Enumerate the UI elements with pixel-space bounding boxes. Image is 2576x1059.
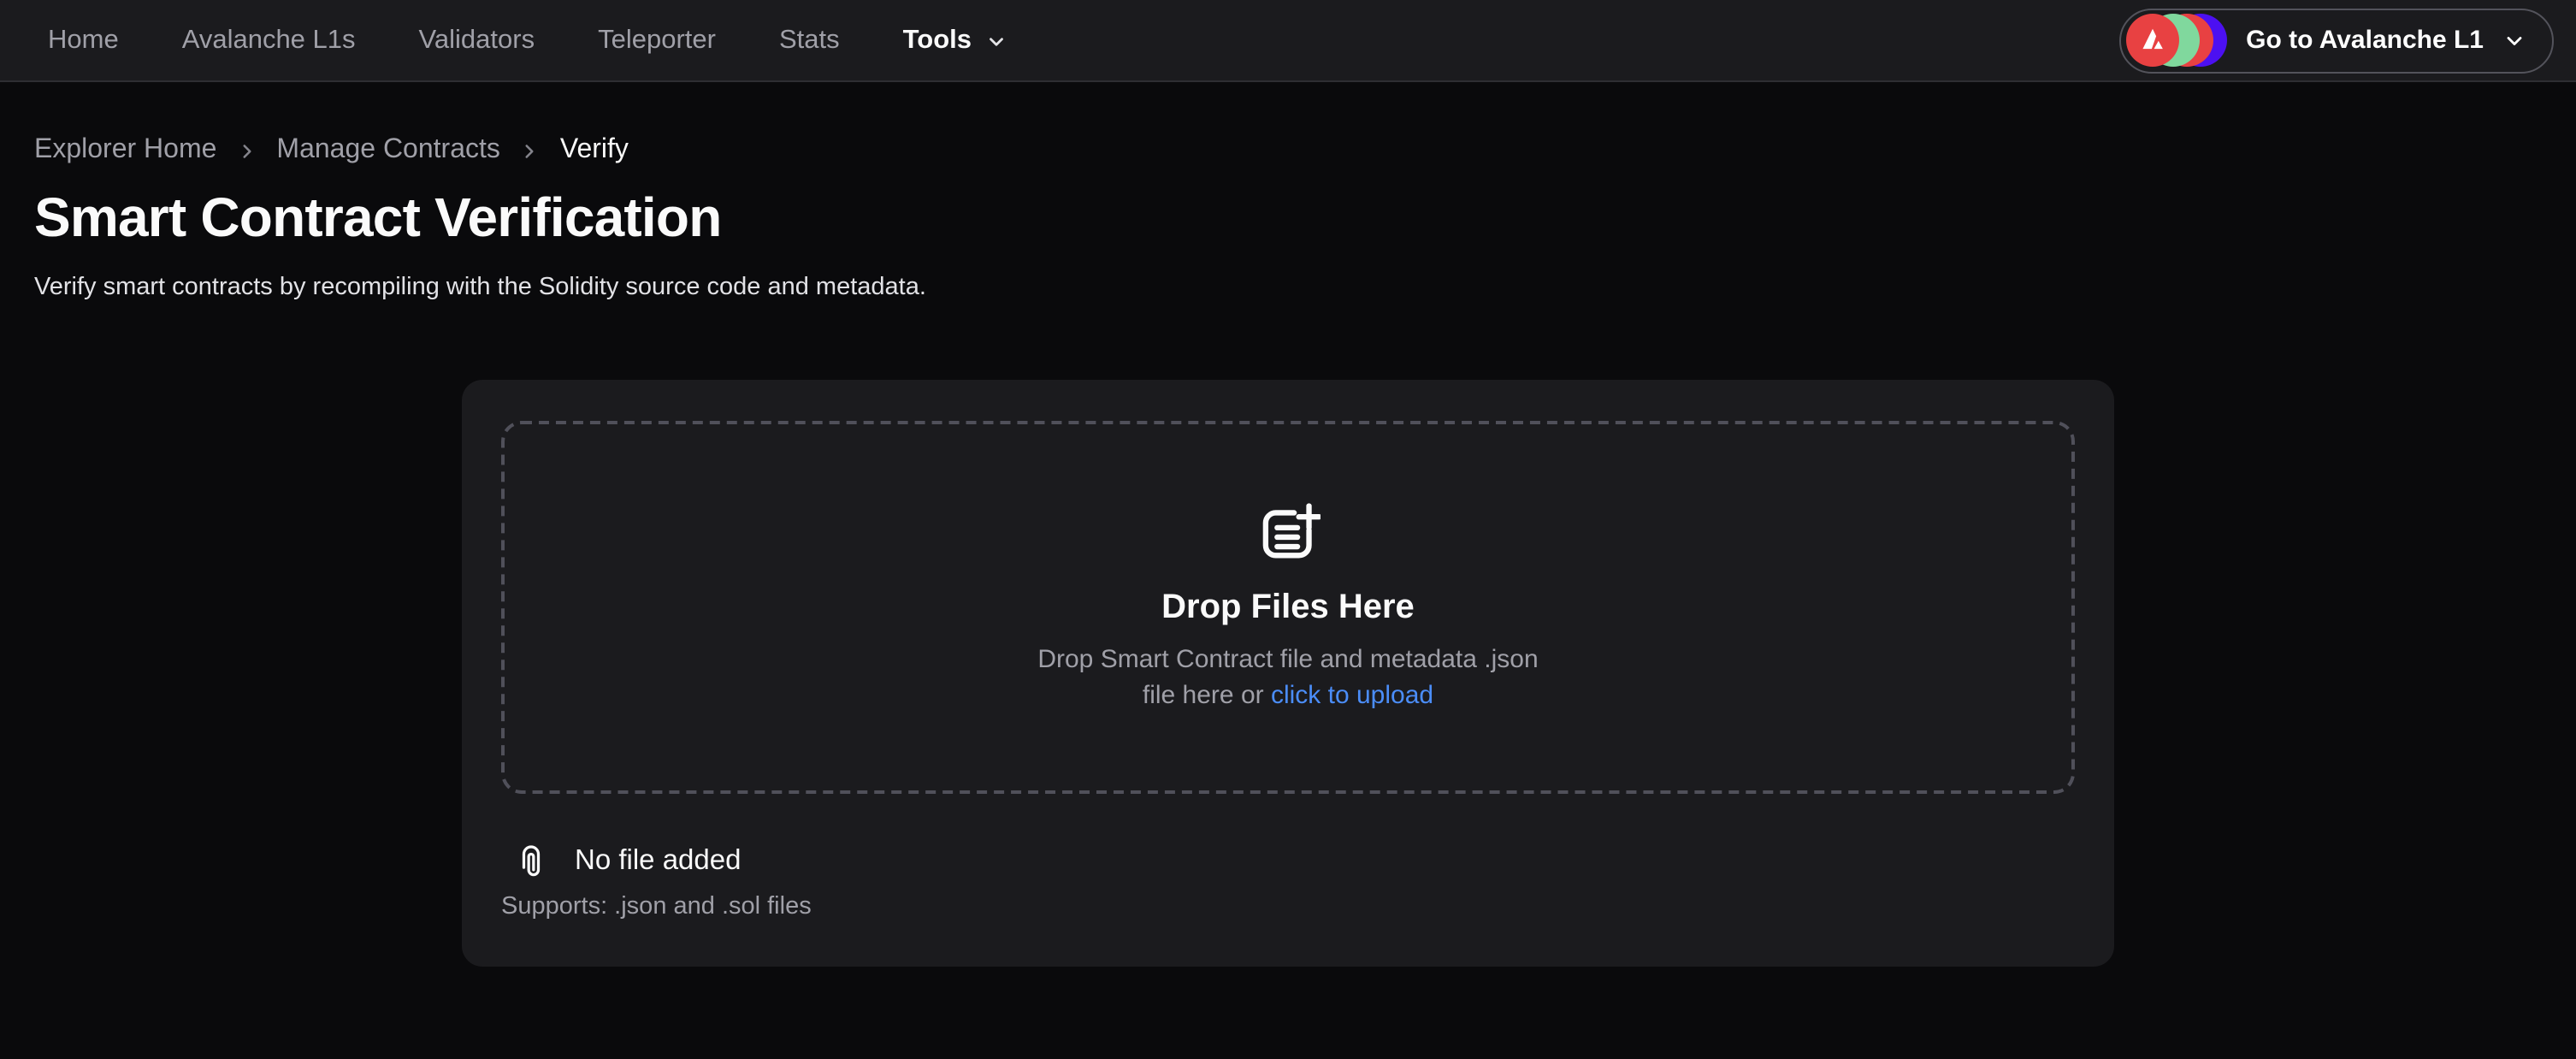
go-to-avalanche-l1-button[interactable]: Go to Avalanche L1: [2119, 8, 2554, 73]
page-title: Smart Contract Verification: [34, 186, 2576, 250]
file-status-row: No file added: [501, 843, 2075, 879]
paperclip-icon: [517, 843, 546, 879]
nav-item-stats[interactable]: Stats: [779, 25, 840, 56]
nav-links: Home Avalanche L1s Validators Teleporter…: [48, 25, 1007, 56]
dropzone-instructions: Drop Smart Contract file and metadata .j…: [1037, 641, 1538, 713]
chain-avatar-stack: [2126, 14, 2227, 67]
dropzone-title: Drop Files Here: [1161, 588, 1415, 627]
nav-item-validators[interactable]: Validators: [419, 25, 535, 56]
file-supports-text: Supports: .json and .sol files: [501, 893, 2075, 920]
file-dropzone[interactable]: Drop Files Here Drop Smart Contract file…: [501, 421, 2075, 794]
chevron-down-icon: [2502, 28, 2526, 52]
file-status: No file added Supports: .json and .sol f…: [501, 843, 2075, 920]
document-add-icon: [1256, 500, 1320, 565]
page-subtitle: Verify smart contracts by recompiling wi…: [34, 274, 2576, 301]
chevron-right-icon: [519, 139, 541, 162]
app-root: Home Avalanche L1s Validators Teleporter…: [0, 0, 2576, 1059]
top-navigation: Home Avalanche L1s Validators Teleporter…: [0, 0, 2576, 82]
chevron-right-icon: [235, 139, 257, 162]
dropzone-instructions-line2: file here or: [1143, 681, 1264, 710]
chevron-down-icon: [985, 30, 1007, 52]
nav-item-avalanche-l1s[interactable]: Avalanche L1s: [182, 25, 356, 56]
nav-item-tools-label: Tools: [903, 25, 972, 56]
nav-item-teleporter[interactable]: Teleporter: [598, 25, 716, 56]
go-to-avalanche-l1-label: Go to Avalanche L1: [2246, 26, 2484, 55]
dropzone-instructions-line1: Drop Smart Contract file and metadata .j…: [1037, 644, 1538, 673]
click-to-upload-link[interactable]: click to upload: [1271, 681, 1433, 710]
nav-item-home[interactable]: Home: [48, 25, 119, 56]
nav-item-tools[interactable]: Tools: [903, 25, 1007, 56]
breadcrumb: Explorer Home Manage Contracts Verify: [34, 135, 2576, 166]
breadcrumb-manage-contracts[interactable]: Manage Contracts: [276, 135, 499, 166]
breadcrumb-explorer-home[interactable]: Explorer Home: [34, 135, 216, 166]
file-status-label: No file added: [575, 845, 741, 878]
breadcrumb-verify: Verify: [560, 135, 629, 166]
avalanche-logo-icon: [2126, 14, 2179, 67]
upload-card: Drop Files Here Drop Smart Contract file…: [462, 380, 2114, 967]
